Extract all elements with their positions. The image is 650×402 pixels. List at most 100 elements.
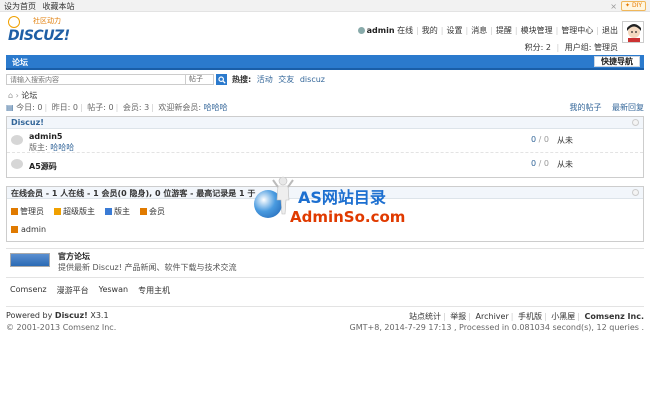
stat-posts: 帖子: 0 (87, 103, 114, 112)
friend-link[interactable]: Yeswan (99, 285, 128, 296)
set-home-link[interactable]: 设为首页 (4, 2, 36, 11)
settings-link[interactable]: 设置 (446, 25, 462, 36)
forum-stats: ▤ 今日: 0 | 昨日: 0 | 帖子: 0 | 会员: 3 | 欢迎新会员: 哈哈哈 (6, 103, 228, 112)
tab-forum[interactable]: 论坛 (12, 57, 28, 68)
latest-replies-link[interactable]: 最新回复 (612, 103, 644, 112)
hot-word[interactable]: 活动 (257, 75, 273, 84)
collapse-icon[interactable] (632, 189, 639, 196)
friend-link[interactable]: 专用主机 (138, 285, 170, 296)
forum-name[interactable]: admin5 (29, 132, 62, 141)
hot-search-label: 热搜: (232, 75, 252, 84)
quick-nav-button[interactable]: 快捷导航 (594, 56, 640, 67)
forum-last-post: 从未 (557, 136, 573, 145)
official-forum: 官方论坛 提供最新 Discuz! 产品新闻、软件下载与技术交流 (6, 248, 644, 278)
stat-yesterday: 昨日: 0 (51, 103, 79, 112)
post-links: 我的帖子 最新回复 (561, 102, 644, 113)
official-forum-title[interactable]: 官方论坛 (58, 251, 90, 262)
main-nav: 论坛 快捷导航 (6, 55, 644, 70)
footer-link[interactable]: 小黑屋 (551, 312, 575, 321)
my-posts-link[interactable]: 我的帖子 (569, 103, 601, 112)
logo-name: DISCUZ! (8, 28, 70, 44)
official-forum-desc: 提供最新 Discuz! 产品新闻、软件下载与技术交流 (58, 263, 237, 272)
close-icon[interactable]: × (610, 2, 617, 11)
legend-item: 管理员 (11, 206, 44, 217)
moderator-label: 版主: (29, 143, 51, 152)
friend-link[interactable]: 漫游平台 (57, 285, 89, 296)
official-forum-banner[interactable] (10, 253, 50, 267)
search-button[interactable] (216, 74, 227, 85)
online-member-link[interactable]: admin (21, 225, 46, 234)
thread-count: 0 (531, 135, 537, 144)
bookmark-link[interactable]: 收藏本站 (43, 2, 75, 11)
forum-icon (11, 135, 23, 145)
thread-count: 0 (531, 159, 537, 168)
legend-label: 版主 (114, 207, 130, 216)
footer-link[interactable]: 手机版 (518, 312, 542, 321)
watermark: AS网站目录 AdminSo.com (250, 176, 410, 236)
legend-label: 管理员 (20, 207, 44, 216)
admin-icon (11, 208, 18, 215)
search-input[interactable] (6, 74, 186, 85)
product-link[interactable]: Discuz! (55, 311, 88, 320)
avatar[interactable] (622, 21, 644, 43)
forum-group: Discuz! admin5 版主: 哈哈哈 0 / 0 从未 A5源码 0 /… (6, 116, 644, 178)
online-member: admin (11, 225, 46, 234)
lightbulb-icon (8, 16, 20, 28)
member-icon (140, 208, 147, 215)
logout-link[interactable]: 退出 (602, 25, 618, 36)
admin-center-link[interactable]: 管理中心 (561, 25, 593, 36)
stat-welcome: 欢迎新会员: (158, 103, 204, 112)
user-icon (357, 27, 365, 34)
diy-button[interactable]: ✦ DIY (621, 1, 646, 11)
hot-word[interactable]: discuz (300, 75, 325, 84)
footer-link[interactable]: Comsenz Inc. (585, 312, 644, 321)
forum-name[interactable]: A5源码 (29, 161, 57, 172)
home-icon[interactable]: ⌂ (8, 91, 13, 100)
admin-icon (11, 226, 18, 233)
stat-members: 会员: 3 (122, 103, 150, 112)
top-bar: 设为首页 收藏本站 × ✦ DIY (0, 0, 650, 12)
forum-row: admin5 版主: 哈哈哈 0 / 0 从未 (7, 129, 643, 153)
member-legend: 管理员 超级版主 版主 会员 (11, 206, 165, 217)
forum-row: A5源码 0 / 0 从未 (7, 153, 643, 177)
reminders-link[interactable]: 提醒 (496, 25, 512, 36)
messages-link[interactable]: 消息 (471, 25, 487, 36)
footer: Powered by Discuz! X3.1 © 2001-2013 Coms… (6, 306, 644, 332)
post-count: 0 (543, 135, 549, 144)
search-type-select[interactable]: 帖子 (186, 74, 214, 85)
powered-prefix: Powered by (6, 311, 55, 320)
hot-word[interactable]: 交友 (278, 75, 294, 84)
moderator-link[interactable]: 哈哈哈 (50, 143, 74, 152)
legend-label: 会员 (149, 207, 165, 216)
copyright: © 2001-2013 Comsenz Inc. (6, 323, 117, 332)
stat-today: 今日: 0 (16, 103, 43, 112)
footer-links: 站点统计 | 举报 | Archiver | 手机版 | 小黑屋 | Comsenz In… (409, 312, 644, 321)
breadcrumb-current: 论坛 (21, 91, 38, 100)
forum-counts: 0 / 0 (531, 135, 549, 144)
mod-icon (105, 208, 112, 215)
forum-last-post: 从未 (557, 160, 573, 169)
powered-by: Powered by Discuz! X3.1 (6, 311, 109, 320)
site-logo[interactable]: 社区动力 DISCUZ! (6, 14, 70, 46)
watermark-line2: AdminSo.com (290, 208, 406, 226)
legend-label: 超级版主 (63, 207, 95, 216)
my-link[interactable]: 我的 (422, 25, 438, 36)
collapse-icon[interactable] (632, 119, 639, 126)
user-group-link[interactable]: 用户组: 管理员 (565, 43, 618, 52)
legend-item: 会员 (140, 206, 165, 217)
friend-link[interactable]: Comsenz (10, 285, 47, 296)
footer-link[interactable]: Archiver (476, 312, 509, 321)
forum-icon (11, 159, 23, 169)
footer-link[interactable]: 站点统计 (409, 312, 441, 321)
footer-link[interactable]: 举报 (450, 312, 466, 321)
online-status: 在线 (397, 26, 414, 35)
points-link[interactable]: 积分: 2 (525, 43, 551, 52)
newest-member-link[interactable]: 哈哈哈 (204, 103, 228, 112)
username-link[interactable]: admin (367, 26, 395, 35)
forum-group-title[interactable]: Discuz! (11, 118, 44, 127)
module-admin-link[interactable]: 模块管理 (521, 25, 553, 36)
forum-counts: 0 / 0 (531, 159, 549, 168)
diy-label: DIY (631, 2, 642, 9)
product-version: X3.1 (87, 311, 109, 320)
forum-group-header: Discuz! (7, 117, 643, 129)
